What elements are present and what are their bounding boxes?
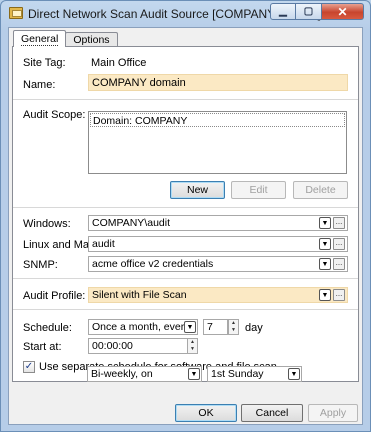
linux-mac-credentials-select[interactable]: audit	[88, 236, 348, 252]
tab-strip: General Options	[13, 30, 118, 47]
maximize-icon: ▢	[303, 6, 314, 17]
minimize-icon: ▁	[279, 6, 287, 17]
audit-profile-select[interactable]: Silent with File Scan	[88, 287, 348, 303]
tab-options-label: Options	[73, 34, 110, 46]
caption-buttons: ▁ ▢ ✕	[270, 3, 364, 20]
start-time-input[interactable]: 00:00:00	[88, 338, 198, 354]
site-tag-value: Main Office	[91, 57, 147, 69]
tab-general[interactable]: General	[13, 30, 67, 47]
spin-down-icon[interactable]: ▼	[188, 346, 197, 353]
close-icon: ✕	[337, 4, 348, 19]
divider	[13, 99, 358, 100]
spin-up-icon[interactable]: ▲	[188, 339, 197, 346]
divider	[13, 207, 358, 208]
audit-profile-ellipsis-button[interactable]: ...	[333, 289, 345, 301]
tab-general-label: General	[21, 33, 59, 46]
snmp-credentials-select[interactable]: acme office v2 credentials	[88, 256, 348, 272]
separate-day-dropdown-icon[interactable]: ▼	[288, 368, 300, 380]
app-icon	[9, 7, 23, 19]
dialog-window: Direct Network Scan Audit Source [COMPAN…	[0, 0, 371, 432]
separate-frequency-select[interactable]: Bi-weekly, on	[87, 366, 202, 382]
ok-button[interactable]: OK	[175, 404, 237, 422]
separate-schedule-checkbox[interactable]: ✓	[23, 361, 35, 373]
windows-ellipsis-button[interactable]: ...	[333, 217, 345, 229]
snmp-dropdown-icon[interactable]: ▼	[319, 258, 331, 270]
minimize-button[interactable]: ▁	[270, 3, 296, 20]
name-field[interactable]: COMPANY domain	[88, 74, 348, 91]
apply-button[interactable]: Apply	[308, 404, 358, 422]
snmp-ellipsis-button[interactable]: ...	[333, 258, 345, 270]
schedule-day-unit: day	[245, 322, 263, 334]
dialog-client: General Options Site Tag: Main Office Na…	[8, 27, 363, 425]
schedule-dropdown-icon[interactable]: ▼	[184, 321, 196, 333]
schedule-select[interactable]: Once a month, every	[88, 319, 198, 335]
edit-button[interactable]: Edit	[231, 181, 286, 199]
start-time-spinner[interactable]: ▲ ▼	[187, 338, 198, 354]
audit-profile-dropdown-icon[interactable]: ▼	[319, 289, 331, 301]
divider	[13, 309, 358, 310]
name-label: Name:	[23, 79, 56, 91]
maximize-button[interactable]: ▢	[296, 3, 322, 20]
audit-scope-label: Audit Scope:	[23, 109, 86, 121]
audit-profile-label: Audit Profile:	[23, 290, 86, 302]
snmp-label: SNMP:	[23, 259, 58, 271]
schedule-day-input[interactable]: 7	[203, 319, 228, 335]
linux-mac-ellipsis-button[interactable]: ...	[333, 238, 345, 250]
tab-options[interactable]: Options	[65, 32, 118, 47]
day-spinner[interactable]: ▲ ▼	[228, 319, 239, 335]
schedule-label: Schedule:	[23, 322, 72, 334]
cancel-button[interactable]: Cancel	[241, 404, 303, 422]
windows-credentials-select[interactable]: COMPANY\audit	[88, 215, 348, 231]
divider	[13, 278, 358, 279]
new-button[interactable]: New	[170, 181, 225, 199]
delete-button[interactable]: Delete	[293, 181, 348, 199]
linux-mac-dropdown-icon[interactable]: ▼	[319, 238, 331, 250]
general-panel: Site Tag: Main Office Name: COMPANY doma…	[12, 46, 359, 382]
title-bar[interactable]: Direct Network Scan Audit Source [COMPAN…	[1, 1, 370, 27]
spin-down-icon[interactable]: ▼	[229, 327, 238, 334]
linux-mac-label: Linux and Mac:	[23, 239, 98, 251]
spin-up-icon[interactable]: ▲	[229, 320, 238, 327]
start-at-label: Start at:	[23, 341, 62, 353]
close-button[interactable]: ✕	[322, 3, 364, 20]
windows-label: Windows:	[23, 218, 71, 230]
windows-dropdown-icon[interactable]: ▼	[319, 217, 331, 229]
list-item[interactable]: Domain: COMPANY	[90, 113, 345, 127]
audit-scope-list[interactable]: Domain: COMPANY	[88, 111, 347, 174]
site-tag-label: Site Tag:	[23, 57, 66, 69]
separate-frequency-dropdown-icon[interactable]: ▼	[188, 368, 200, 380]
